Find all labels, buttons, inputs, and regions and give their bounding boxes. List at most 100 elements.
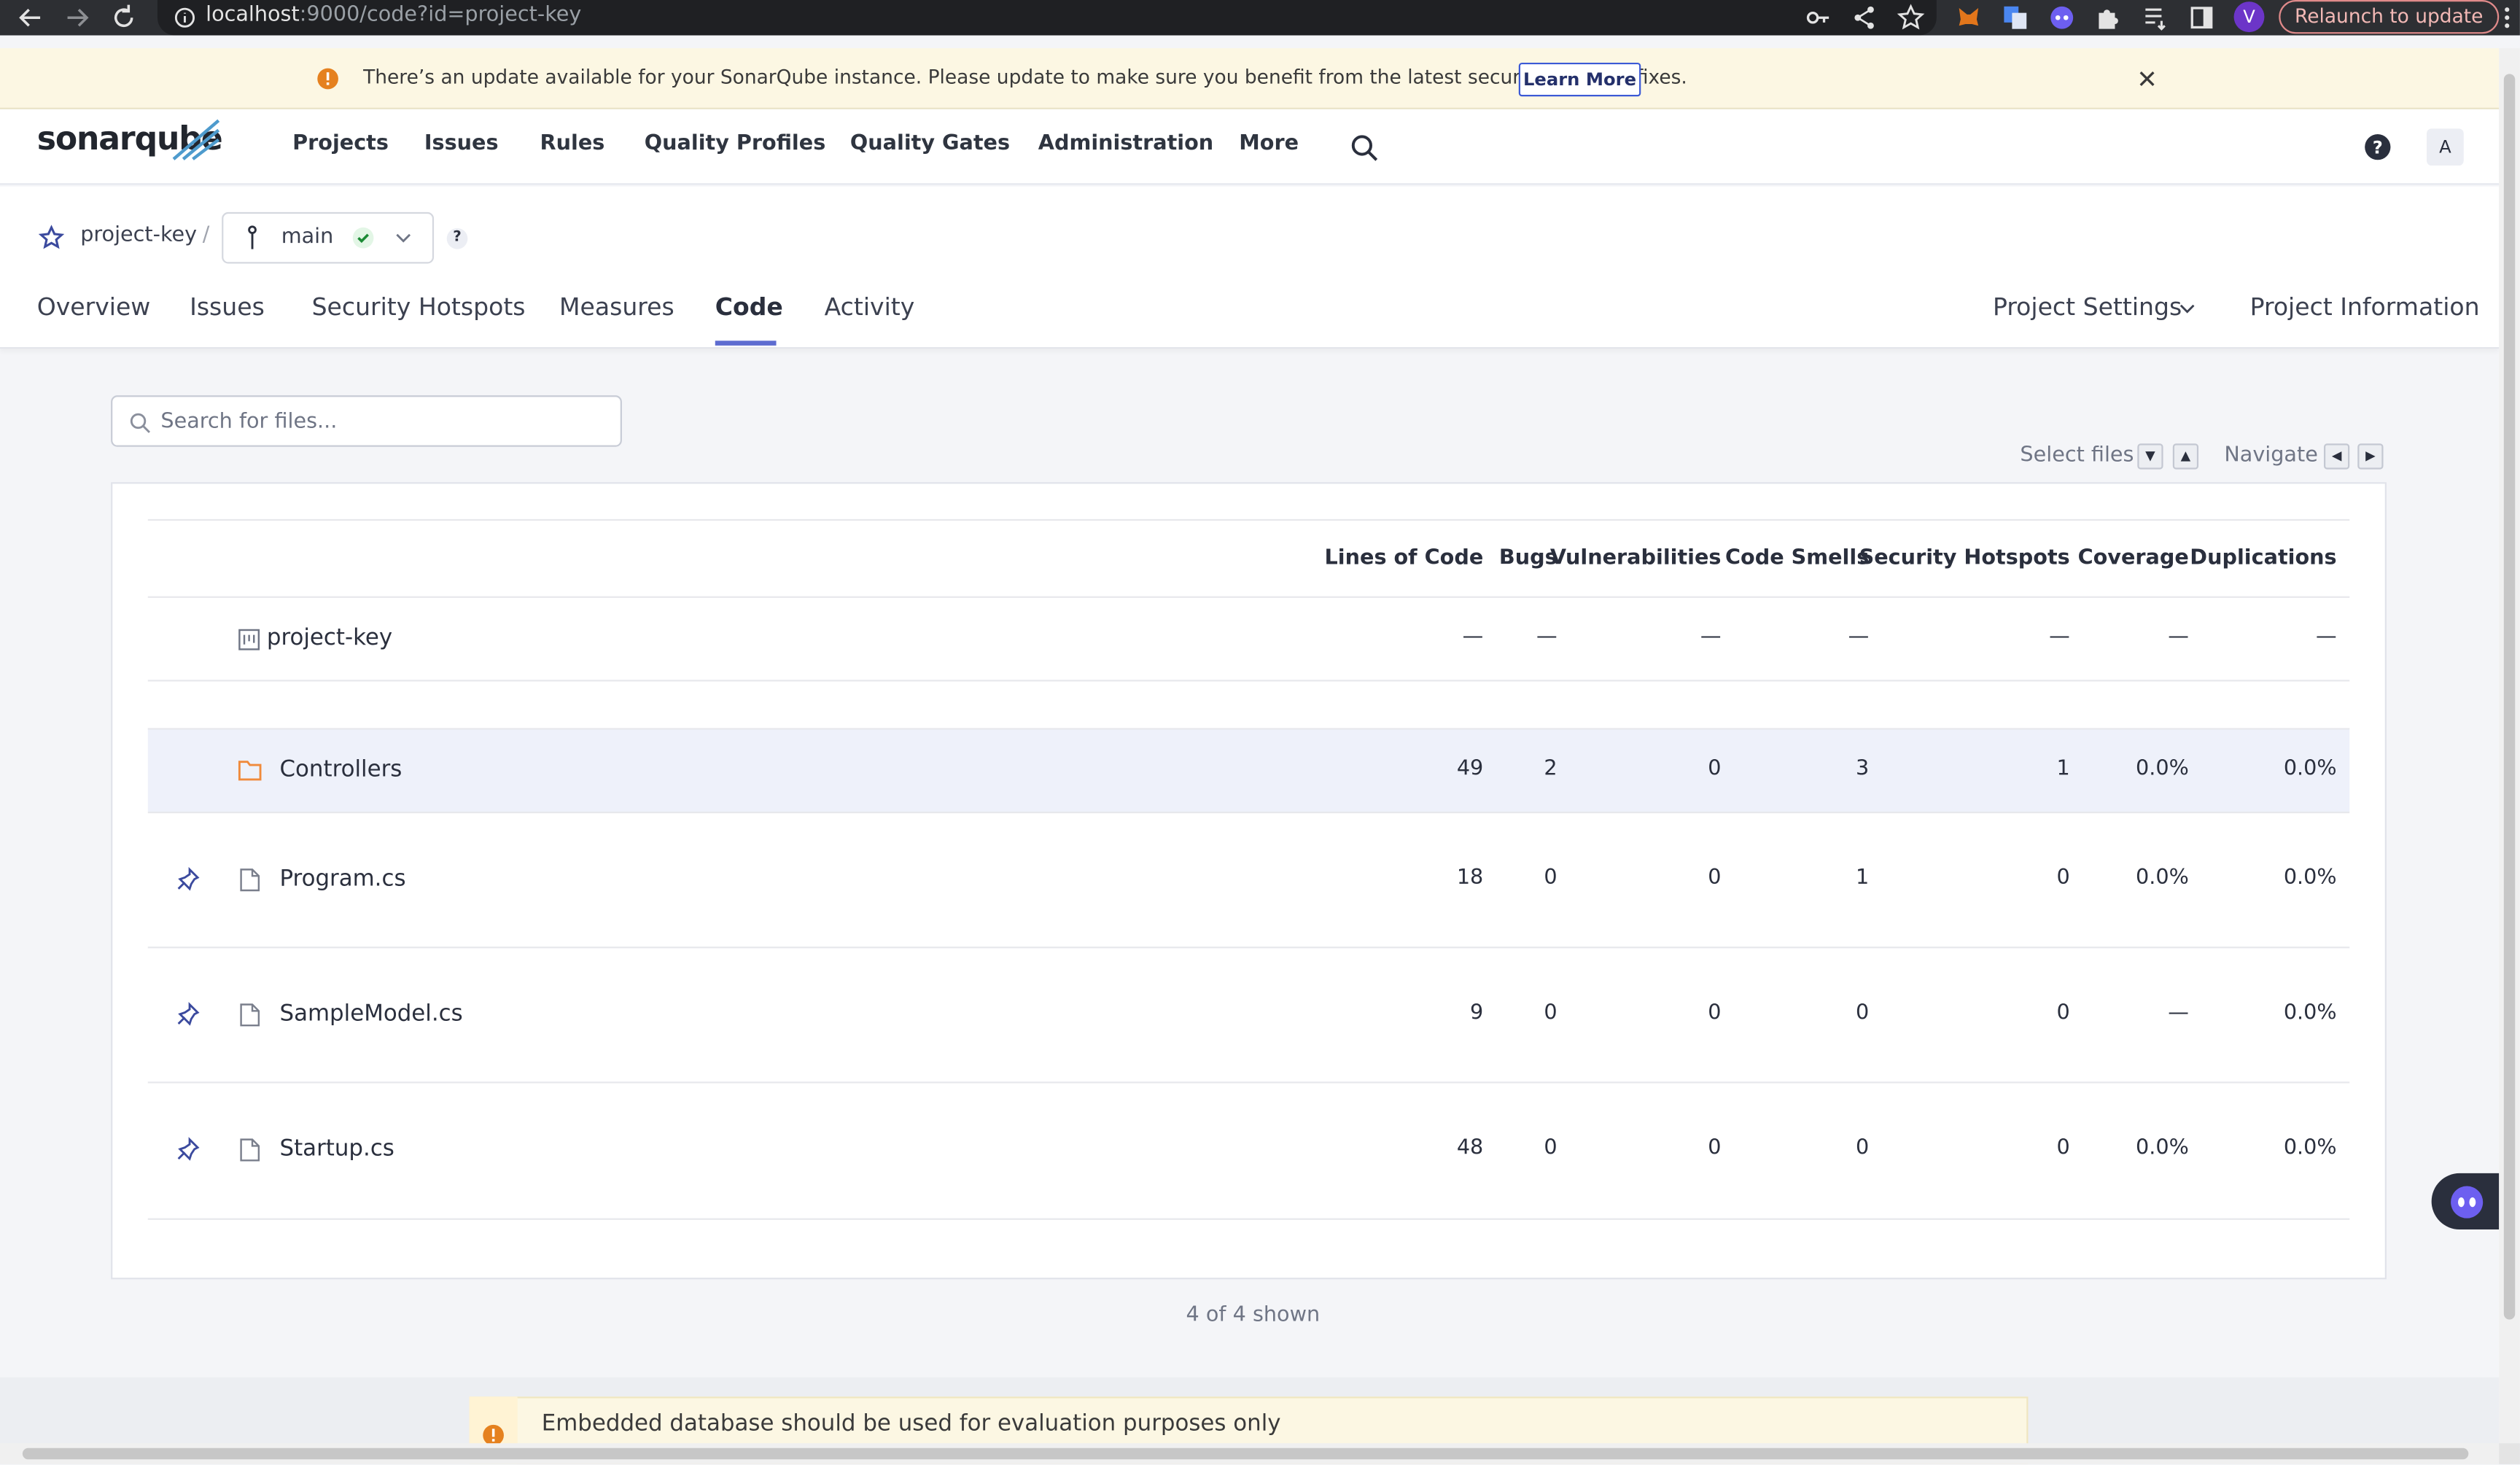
tab-security-hotspots[interactable]: Security Hotspots	[312, 292, 526, 322]
share-icon[interactable]	[1850, 3, 1879, 32]
user-avatar[interactable]: A	[2427, 128, 2464, 166]
row-bugs[interactable]: 0	[1544, 1001, 1557, 1025]
embedded-db-warning-text: Embedded database should be used for eva…	[541, 1411, 1281, 1437]
row-vulnerabilities[interactable]: 0	[1708, 1136, 1721, 1160]
row-coverage[interactable]: 0.0%	[2136, 757, 2189, 781]
row-vulnerabilities[interactable]: 0	[1708, 1001, 1721, 1025]
reload-icon[interactable]	[109, 3, 139, 32]
back-icon[interactable]	[16, 3, 45, 32]
project-settings-menu[interactable]: Project Settings	[1993, 292, 2182, 322]
file-icon	[239, 1003, 260, 1027]
site-info-icon[interactable]	[171, 3, 200, 32]
row-duplications[interactable]: 0.0%	[2284, 757, 2337, 781]
row-security-hotspots[interactable]: 0	[2057, 866, 2070, 890]
url-text[interactable]: localhost:9000/code?id=project-key	[206, 3, 581, 27]
forward-icon[interactable]	[63, 3, 92, 32]
row-code-smells[interactable]: 1	[1856, 866, 1869, 890]
nav-projects[interactable]: Projects	[292, 132, 389, 156]
row-coverage[interactable]: 0.0%	[2136, 866, 2189, 890]
logo-waves-icon	[167, 117, 222, 163]
row-bugs[interactable]: 2	[1544, 757, 1557, 781]
divider	[147, 1218, 2350, 1220]
project-icon	[238, 629, 260, 651]
row-bugs[interactable]: 0	[1544, 1136, 1557, 1160]
metamask-extension-icon[interactable]	[1954, 3, 1983, 32]
row-name[interactable]: Program.cs	[279, 866, 405, 892]
tab-code[interactable]: Code	[715, 292, 783, 322]
vertical-scroll-thumb[interactable]	[2503, 74, 2516, 1320]
learn-more-button[interactable]: Learn More	[1518, 62, 1641, 97]
row-code-smells[interactable]: 0	[1856, 1136, 1869, 1160]
column-header-bugs: Bugs	[1498, 546, 1558, 571]
row-vulnerabilities[interactable]: 0	[1708, 757, 1721, 781]
nav-rules[interactable]: Rules	[540, 132, 605, 156]
divider	[147, 728, 2350, 730]
row-duplications[interactable]: 0.0%	[2284, 866, 2337, 890]
project-information-link[interactable]: Project Information	[2250, 292, 2480, 322]
row-coverage[interactable]: 0.0%	[2136, 1136, 2189, 1160]
nav-more[interactable]: More	[1239, 132, 1299, 156]
chevron-down-icon	[2177, 299, 2196, 318]
key-icon[interactable]	[1803, 3, 1832, 32]
row-vulnerabilities[interactable]: 0	[1708, 866, 1721, 890]
horizontal-scroll-thumb[interactable]	[22, 1447, 2469, 1460]
navigate-left-key: ◀	[2323, 443, 2350, 470]
file-icon	[239, 868, 260, 892]
help-icon[interactable]: ?	[2364, 133, 2391, 160]
reading-list-icon[interactable]	[2141, 3, 2170, 32]
row-security-hotspots[interactable]: 0	[2057, 1001, 2070, 1025]
search-icon[interactable]	[1350, 133, 1379, 163]
row-coverage[interactable]: —	[2168, 1001, 2189, 1025]
svg-text:?: ?	[2373, 136, 2383, 158]
row-security-hotspots[interactable]: 1	[2057, 757, 2070, 781]
nav-quality-gates[interactable]: Quality Gates	[850, 132, 1010, 156]
row-lines-of-code: 9	[1470, 1001, 1484, 1026]
row-code-smells[interactable]: 3	[1856, 757, 1869, 781]
root-bugs: —	[1536, 625, 1558, 650]
tab-activity[interactable]: Activity	[825, 292, 915, 322]
relaunch-to-update-button[interactable]: Relaunch to update	[2279, 0, 2500, 34]
browser-menu-icon[interactable]	[2499, 3, 2520, 32]
tab-issues[interactable]: Issues	[190, 292, 265, 322]
close-icon[interactable]	[2137, 69, 2156, 88]
row-duplications[interactable]: 0.0%	[2284, 1001, 2337, 1025]
extensions-puzzle-icon[interactable]	[2094, 3, 2123, 32]
assistant-launcher[interactable]	[2431, 1173, 2500, 1230]
file-icon	[239, 1138, 260, 1162]
row-security-hotspots[interactable]: 0	[2057, 1136, 2070, 1160]
table-row[interactable]	[147, 728, 2350, 812]
translate-extension-icon[interactable]	[2001, 3, 2030, 32]
root-name[interactable]: project-key	[267, 625, 392, 650]
ai-assistant-extension-icon[interactable]	[2048, 3, 2077, 32]
project-breadcrumb[interactable]: project-key	[80, 223, 197, 247]
nav-issues[interactable]: Issues	[424, 132, 499, 156]
tab-measures[interactable]: Measures	[559, 292, 674, 322]
row-name[interactable]: SampleModel.cs	[279, 1001, 462, 1027]
row-code-smells[interactable]: 0	[1856, 1001, 1869, 1025]
side-panel-icon[interactable]	[2188, 3, 2217, 32]
pin-icon[interactable]	[175, 1001, 201, 1027]
branch-help-icon[interactable]: ?	[446, 228, 468, 249]
horizontal-scrollbar[interactable]	[0, 1443, 2500, 1464]
row-name[interactable]: Controllers	[279, 757, 402, 782]
row-duplications[interactable]: 0.0%	[2284, 1136, 2337, 1160]
row-bugs[interactable]: 0	[1544, 866, 1557, 890]
results-count: 4 of 4 shown	[1186, 1303, 1321, 1328]
warning-icon	[316, 68, 339, 90]
favorite-star-icon[interactable]	[38, 225, 65, 251]
vertical-scrollbar[interactable]	[2499, 48, 2520, 1444]
tab-overview[interactable]: Overview	[37, 292, 151, 322]
browser-profile-avatar[interactable]: V	[2233, 1, 2265, 33]
pin-icon[interactable]	[175, 866, 201, 892]
pin-icon[interactable]	[175, 1136, 201, 1162]
bookmark-star-icon[interactable]	[1897, 3, 1926, 32]
url-host: localhost	[206, 3, 300, 28]
column-header-coverage: Coverage	[2077, 546, 2189, 571]
nav-administration[interactable]: Administration	[1038, 132, 1213, 156]
row-name[interactable]: Startup.cs	[279, 1136, 394, 1162]
root-vulnerabilities: —	[1700, 625, 1722, 650]
search-input[interactable]	[160, 397, 611, 446]
file-search	[111, 395, 622, 447]
column-header-code-smells: Code Smells	[1724, 546, 1870, 571]
nav-quality-profiles[interactable]: Quality Profiles	[645, 132, 825, 156]
